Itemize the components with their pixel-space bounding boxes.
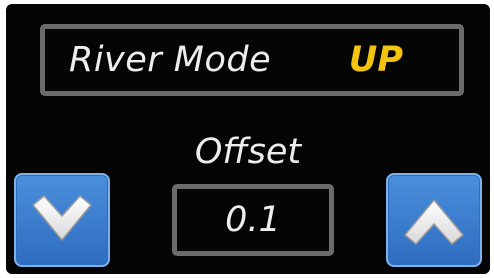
increase-offset-button[interactable]	[386, 173, 482, 267]
offset-value: 0.1	[225, 200, 281, 240]
offset-title: Offset	[194, 132, 302, 172]
river-mode-value: UP	[348, 40, 403, 80]
river-mode-label: River Mode	[69, 40, 272, 80]
offset-value-box: 0.1	[172, 184, 334, 256]
chevron-down-icon	[32, 195, 92, 241]
decrease-offset-button[interactable]	[14, 173, 110, 267]
river-mode-panel: River Mode UP	[40, 24, 464, 96]
display-screen: River Mode UP Offset 0.1	[6, 4, 490, 274]
chevron-up-icon	[404, 199, 464, 245]
